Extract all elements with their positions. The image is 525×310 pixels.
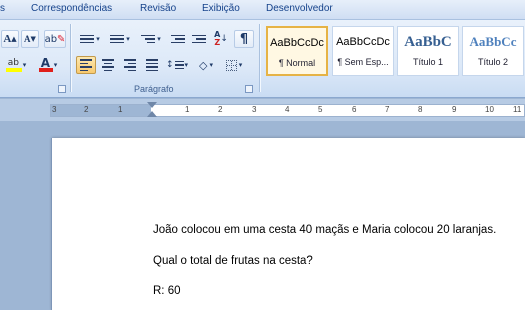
clear-format-icon: ab✎: [44, 33, 66, 45]
style-normal[interactable]: AaBbCcDc ¶ Normal: [266, 26, 328, 76]
ruler-number: 2: [218, 105, 223, 114]
justify-icon: [146, 59, 158, 71]
line-spacing-button[interactable]: ↕ ▾: [164, 56, 190, 74]
increase-indent-icon: [192, 34, 206, 44]
style-name: ¶ Normal: [278, 58, 316, 68]
decrease-indent-icon: [171, 34, 185, 44]
ruler-number: 3: [52, 105, 57, 114]
tab-start-partial[interactable]: s: [0, 3, 5, 14]
paragraph-group-label: Parágrafo: [134, 84, 174, 94]
bullets-button[interactable]: ▾: [76, 30, 104, 48]
multilevel-list-icon: [141, 34, 156, 44]
ruler-number: 10: [485, 105, 494, 114]
ruler-number: 3: [252, 105, 257, 114]
decrease-indent-button[interactable]: [168, 30, 188, 48]
style-heading-1[interactable]: AaBbC Título 1: [397, 26, 459, 76]
paragraph-dialog-launcher[interactable]: [245, 85, 253, 93]
first-line-indent-marker[interactable]: [147, 102, 157, 108]
ruler-number: 8: [418, 105, 423, 114]
style-preview: AaBbCcDc: [336, 36, 390, 48]
increase-indent-button[interactable]: [189, 30, 209, 48]
document-paragraph[interactable]: R: 60: [153, 285, 181, 297]
multilevel-list-button[interactable]: ▾: [137, 30, 165, 48]
horizontal-ruler[interactable]: 3 2 1 1 2 3 4 5 6 7 8 9 10 11: [50, 102, 525, 117]
tab-view[interactable]: Exibição: [202, 3, 240, 14]
document-page[interactable]: João colocou em uma cesta 40 maçãs e Mar…: [52, 138, 525, 310]
styles-gallery: AaBbCcDc ¶ Normal AaBbCcDc ¶ Sem Esp... …: [264, 24, 525, 78]
group-separator: [259, 24, 260, 92]
shading-button[interactable]: ◇ ▾: [193, 56, 219, 74]
document-paragraph[interactable]: João colocou em uma cesta 40 maçãs e Mar…: [153, 224, 496, 236]
ruler-number: 1: [185, 105, 190, 114]
font-color-icon: A: [38, 56, 53, 72]
align-center-button[interactable]: [98, 56, 118, 74]
style-name: Título 2: [477, 57, 508, 67]
align-center-icon: [102, 59, 114, 71]
ribbon-tabs: s Correspondências Revisão Exibição Dese…: [0, 0, 525, 20]
pilcrow-icon: ¶: [239, 31, 249, 47]
hanging-indent-marker[interactable]: [147, 111, 157, 117]
tab-developer[interactable]: Desenvolvedor: [266, 3, 333, 14]
document-paragraph[interactable]: Qual o total de frutas na cesta?: [153, 255, 313, 267]
paint-bucket-icon: ◇: [199, 58, 208, 72]
numbering-icon: [110, 34, 125, 44]
highlighter-icon: ab: [5, 58, 22, 72]
style-name: Título 1: [412, 57, 443, 67]
borders-button[interactable]: ▾: [221, 56, 247, 74]
ruler-left-margin: [51, 105, 151, 116]
numbering-button[interactable]: ▾: [106, 30, 134, 48]
ruler-number: 6: [352, 105, 357, 114]
ruler-number: 5: [318, 105, 323, 114]
style-no-spacing[interactable]: AaBbCcDc ¶ Sem Esp...: [332, 26, 394, 76]
ruler-number: 4: [285, 105, 290, 114]
align-right-button[interactable]: [120, 56, 140, 74]
highlight-color-button[interactable]: ab ▾: [2, 56, 30, 74]
bullets-icon: [80, 34, 95, 44]
align-left-button[interactable]: [76, 56, 96, 74]
show-formatting-button[interactable]: ¶: [234, 30, 254, 48]
ruler-number: 11: [513, 105, 522, 114]
align-right-icon: [124, 59, 136, 71]
clear-formatting-button[interactable]: ab✎: [44, 30, 66, 48]
sort-button[interactable]: A Z ↓: [211, 30, 231, 48]
ruler-number: 1: [118, 105, 123, 114]
grow-font-button[interactable]: A ▲: [1, 30, 19, 48]
font-dialog-launcher[interactable]: [58, 85, 66, 93]
align-left-icon: [80, 59, 92, 71]
ruler-number: 7: [385, 105, 390, 114]
style-preview: AaBbCc: [469, 34, 517, 49]
style-preview: AaBbC: [404, 34, 452, 50]
tab-mailings[interactable]: Correspondências: [31, 3, 112, 14]
ruler-number: 2: [84, 105, 89, 114]
group-separator: [70, 24, 71, 92]
line-spacing-icon: ↕: [165, 60, 174, 70]
justify-button[interactable]: [142, 56, 162, 74]
style-heading-2[interactable]: AaBbCc Título 2: [462, 26, 524, 76]
borders-icon: [225, 59, 237, 71]
style-preview: AaBbCcDc: [270, 37, 324, 49]
font-color-button[interactable]: A ▾: [34, 56, 62, 74]
ribbon: A ▲ A ▼ ab✎ ab ▾ A ▾ ▾ ▾ ▾ A Z ↓ ¶ ↕ ▾ ◇…: [0, 20, 525, 98]
tab-review[interactable]: Revisão: [140, 3, 176, 14]
shrink-font-button[interactable]: A ▼: [21, 30, 39, 48]
style-name: ¶ Sem Esp...: [337, 57, 389, 67]
ruler-number: 9: [452, 105, 457, 114]
